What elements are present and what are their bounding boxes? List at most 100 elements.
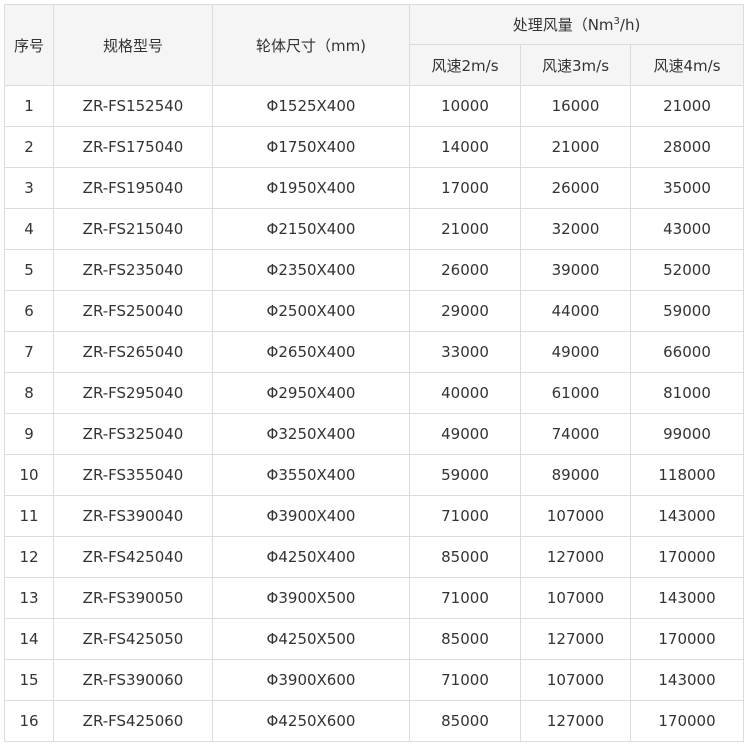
table-row: 16 ZR-FS425060 Φ4250X600 85000 127000 170000 [4,700,745,742]
cell-size: Φ3550X400 [212,454,410,496]
table-row: 10 ZR-FS355040 Φ3550X400 59000 89000 118000 [4,454,745,496]
cell-size: Φ3900X600 [212,659,410,701]
cell-no: 1 [4,85,54,127]
header-size: 轮体尺寸（mm) [212,4,410,86]
spec-table-container: 序号 规格型号 轮体尺寸（mm) 处理风量（Nm3/h) 风速2m/s 风速3m… [4,4,745,742]
cell-no: 9 [4,413,54,455]
cell-size: Φ2950X400 [212,372,410,414]
table-row: 5 ZR-FS235040 Φ2350X400 26000 39000 52000 [4,249,745,291]
table-row: 11 ZR-FS390040 Φ3900X400 71000 107000 143000 [4,495,745,537]
header-model: 规格型号 [53,4,213,86]
cell-airflow-2ms: 33000 [409,331,521,373]
header-speed-3: 风速3m/s [520,44,631,86]
cell-airflow-3ms: 89000 [520,454,631,496]
cell-airflow-4ms: 143000 [629,659,745,701]
cell-no: 12 [4,536,54,578]
cell-no: 11 [4,495,54,537]
cell-no: 2 [4,126,54,168]
cell-airflow-3ms: 107000 [520,659,631,701]
cell-airflow-2ms: 14000 [409,126,521,168]
cell-no: 3 [4,167,54,209]
cell-model: ZR-FS152540 [53,85,213,127]
cell-airflow-4ms: 66000 [629,331,745,373]
cell-size: Φ4250X500 [212,618,410,660]
cell-model: ZR-FS425060 [53,700,213,742]
cell-airflow-2ms: 59000 [409,454,521,496]
cell-airflow-4ms: 43000 [629,208,745,250]
cell-airflow-4ms: 52000 [629,249,745,291]
table-row: 6 ZR-FS250040 Φ2500X400 29000 44000 59000 [4,290,745,332]
cell-airflow-3ms: 127000 [520,536,631,578]
cell-airflow-4ms: 143000 [629,577,745,619]
header-airflow: 处理风量（Nm3/h) [408,4,745,45]
cell-size: Φ1525X400 [212,85,410,127]
cell-airflow-2ms: 85000 [409,700,521,742]
cell-airflow-2ms: 10000 [409,85,521,127]
cell-size: Φ2350X400 [212,249,410,291]
cell-airflow-2ms: 26000 [409,249,521,291]
cell-model: ZR-FS425050 [53,618,213,660]
cell-airflow-2ms: 29000 [409,290,521,332]
cell-model: ZR-FS265040 [53,331,213,373]
table-row: 9 ZR-FS325040 Φ3250X400 49000 74000 99000 [4,413,745,455]
cell-size: Φ4250X400 [212,536,410,578]
cell-airflow-3ms: 26000 [520,167,631,209]
cell-no: 8 [4,372,54,414]
table-row: 13 ZR-FS390050 Φ3900X500 71000 107000 143000 [4,577,745,619]
cell-size: Φ2150X400 [212,208,410,250]
cell-no: 7 [4,331,54,373]
cell-no: 10 [4,454,54,496]
cell-size: Φ2650X400 [212,331,410,373]
cell-no: 13 [4,577,54,619]
cell-airflow-4ms: 59000 [629,290,745,332]
table-body: 1 ZR-FS152540 Φ1525X400 10000 16000 21000 2 ZR-… [4,85,745,742]
table-row: 8 ZR-FS295040 Φ2950X400 40000 61000 81000 [4,372,745,414]
header-airflow-suffix: /h) [619,16,641,34]
header-no: 序号 [4,4,54,86]
table-row: 2 ZR-FS175040 Φ1750X400 14000 21000 28000 [4,126,745,168]
cell-model: ZR-FS195040 [53,167,213,209]
spec-table: 序号 规格型号 轮体尺寸（mm) 处理风量（Nm3/h) 风速2m/s 风速3m… [4,4,745,742]
cell-no: 15 [4,659,54,701]
cell-airflow-3ms: 16000 [520,85,631,127]
cell-model: ZR-FS215040 [53,208,213,250]
cell-airflow-3ms: 21000 [520,126,631,168]
cell-size: Φ2500X400 [212,290,410,332]
table-row: 1 ZR-FS152540 Φ1525X400 10000 16000 21000 [4,85,745,127]
cell-airflow-3ms: 61000 [520,372,631,414]
cell-airflow-4ms: 99000 [629,413,745,455]
cell-airflow-4ms: 35000 [629,167,745,209]
cell-no: 14 [4,618,54,660]
cell-airflow-4ms: 81000 [629,372,745,414]
cell-model: ZR-FS390040 [53,495,213,537]
cell-size: Φ1750X400 [212,126,410,168]
header-speed-2: 风速2m/s [409,44,521,86]
cell-size: Φ1950X400 [212,167,410,209]
cell-airflow-4ms: 21000 [629,85,745,127]
cell-airflow-3ms: 107000 [520,495,631,537]
cell-no: 5 [4,249,54,291]
header-row: 序号 规格型号 轮体尺寸（mm) 处理风量（Nm3/h) [4,4,745,86]
cell-airflow-2ms: 49000 [409,413,521,455]
table-row: 4 ZR-FS215040 Φ2150X400 21000 32000 43000 [4,208,745,250]
table-row: 7 ZR-FS265040 Φ2650X400 33000 49000 66000 [4,331,745,373]
table-row: 3 ZR-FS195040 Φ1950X400 17000 26000 35000 [4,167,745,209]
cell-model: ZR-FS425040 [53,536,213,578]
table-row: 15 ZR-FS390060 Φ3900X600 71000 107000 143000 [4,659,745,701]
cell-airflow-3ms: 49000 [520,331,631,373]
cell-size: Φ4250X600 [212,700,410,742]
cell-airflow-3ms: 127000 [520,618,631,660]
cell-airflow-4ms: 170000 [629,536,745,578]
cell-no: 4 [4,208,54,250]
cell-airflow-2ms: 71000 [409,659,521,701]
table-row: 12 ZR-FS425040 Φ4250X400 85000 127000 170000 [4,536,745,578]
cell-airflow-3ms: 44000 [520,290,631,332]
cell-size: Φ3900X400 [212,495,410,537]
cell-airflow-2ms: 85000 [409,618,521,660]
cell-airflow-4ms: 143000 [629,495,745,537]
cell-airflow-3ms: 107000 [520,577,631,619]
cell-model: ZR-FS390060 [53,659,213,701]
cell-model: ZR-FS250040 [53,290,213,332]
table-row: 14 ZR-FS425050 Φ4250X500 85000 127000 170000 [4,618,745,660]
cell-size: Φ3250X400 [212,413,410,455]
